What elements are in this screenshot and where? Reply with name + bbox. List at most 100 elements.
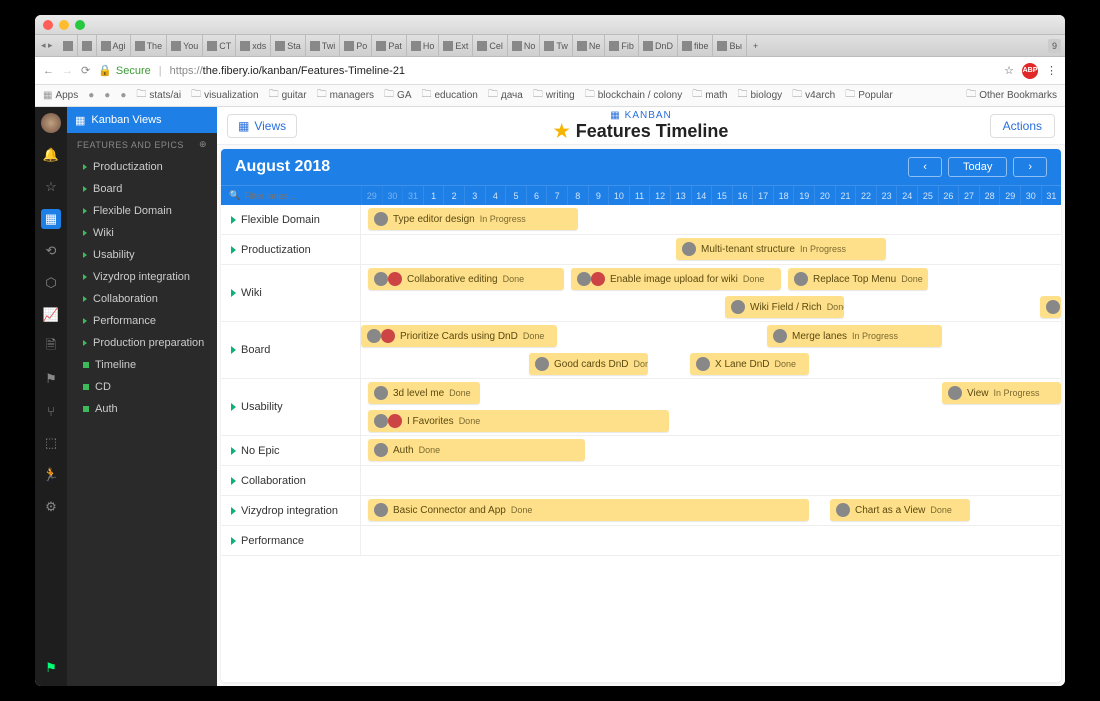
run-icon[interactable]: 🏃: [41, 465, 61, 485]
lane-label[interactable]: Usability: [221, 379, 361, 435]
day-header[interactable]: 10: [608, 186, 629, 205]
timeline-card[interactable]: Multi-tenant structureIn Progress: [676, 238, 886, 260]
timeline-card[interactable]: 3d level meDone: [368, 382, 480, 404]
timeline-card[interactable]: Merge lanesIn Progress: [767, 325, 942, 347]
forward-button[interactable]: →: [62, 65, 73, 77]
browser-tab[interactable]: Twi: [306, 35, 341, 56]
browser-tab[interactable]: Ne: [573, 35, 606, 56]
maximize-window[interactable]: [75, 20, 85, 30]
browser-tab[interactable]: Ho: [407, 35, 440, 56]
other-bookmarks[interactable]: 🗀Other Bookmarks: [966, 87, 1057, 104]
user-avatar[interactable]: [41, 113, 61, 133]
timeline-card[interactable]: Chart as a ViewDone: [830, 499, 970, 521]
adblock-icon[interactable]: ABP: [1022, 63, 1038, 79]
lane-label[interactable]: Collaboration: [221, 466, 361, 495]
bookmark-folder[interactable]: 🗀blockchain / colony: [585, 87, 683, 104]
browser-tab[interactable]: CT: [203, 35, 236, 56]
sidebar-item[interactable]: Performance: [67, 310, 217, 332]
browser-tab[interactable]: The: [131, 35, 168, 56]
lane-label[interactable]: No Epic: [221, 436, 361, 465]
browser-tab[interactable]: Cel: [473, 35, 508, 56]
day-header[interactable]: 19: [793, 186, 814, 205]
timeline-card[interactable]: Replace Top MenuDone: [788, 268, 928, 290]
bookmark-folder[interactable]: 🗀GA: [384, 87, 411, 104]
next-button[interactable]: ›: [1013, 157, 1047, 177]
timeline-card[interactable]: AuthDone: [368, 439, 585, 461]
timeline-card[interactable]: Good cards DnDDone: [529, 353, 648, 375]
sidebar-item[interactable]: Auth: [67, 398, 217, 420]
lane-label[interactable]: Wiki: [221, 265, 361, 321]
browser-tab[interactable]: xds: [236, 35, 271, 56]
day-header[interactable]: 13: [670, 186, 691, 205]
sidebar-item[interactable]: Usability: [67, 244, 217, 266]
apps-button[interactable]: ▦Apps: [43, 90, 78, 101]
timeline-card[interactable]: Enable image upload for wikiDone: [571, 268, 781, 290]
lane-label[interactable]: Flexible Domain: [221, 205, 361, 234]
browser-tab[interactable]: Bы: [713, 35, 746, 56]
sidebar-header[interactable]: ▦Kanban Views: [67, 107, 217, 133]
sidebar-item[interactable]: Flexible Domain: [67, 200, 217, 222]
day-header[interactable]: 30: [382, 186, 403, 205]
menu-icon[interactable]: ⋮: [1046, 64, 1057, 77]
day-header[interactable]: 5: [505, 186, 526, 205]
bookmark-folder[interactable]: 🗀writing: [533, 87, 575, 104]
day-header[interactable]: 17: [752, 186, 773, 205]
day-header[interactable]: 1: [423, 186, 444, 205]
day-header[interactable]: 23: [876, 186, 897, 205]
reload-button[interactable]: ⟳: [81, 64, 90, 77]
branch-icon[interactable]: ⑂: [41, 401, 61, 421]
cube-icon[interactable]: ⬚: [41, 433, 61, 453]
day-header[interactable]: 7: [546, 186, 567, 205]
day-header[interactable]: 31: [1041, 186, 1061, 205]
day-header[interactable]: 9: [588, 186, 609, 205]
star-rail-icon[interactable]: ☆: [41, 177, 61, 197]
bell-icon[interactable]: 🔔: [41, 145, 61, 165]
minimize-window[interactable]: [59, 20, 69, 30]
day-header[interactable]: 30: [1020, 186, 1041, 205]
actions-button[interactable]: Actions: [990, 114, 1055, 138]
hex-icon[interactable]: ⬡: [41, 273, 61, 293]
day-header[interactable]: 29: [999, 186, 1020, 205]
lane-label[interactable]: Performance: [221, 526, 361, 555]
browser-tab[interactable]: No: [508, 35, 541, 56]
day-header[interactable]: 2: [443, 186, 464, 205]
sidebar-item[interactable]: Production preparation: [67, 332, 217, 354]
browser-tab[interactable]: Pat: [372, 35, 407, 56]
sidebar-item[interactable]: Productization: [67, 156, 217, 178]
day-header[interactable]: 15: [711, 186, 732, 205]
history-icon[interactable]: ⟲: [41, 241, 61, 261]
timeline-card[interactable]: Wiki Field / RichDone: [725, 296, 844, 318]
bookmark-folder[interactable]: 🗀guitar: [269, 87, 307, 104]
prev-button[interactable]: ‹: [908, 157, 942, 177]
day-header[interactable]: 16: [732, 186, 753, 205]
day-header[interactable]: 29: [361, 186, 382, 205]
browser-tab[interactable]: [78, 35, 97, 56]
bookmark-item[interactable]: ●: [88, 90, 94, 101]
bookmark-folder[interactable]: 🗀visualization: [191, 87, 258, 104]
lane-label[interactable]: Productization: [221, 235, 361, 264]
timeline-card[interactable]: X Lane DnDDone: [690, 353, 809, 375]
filter-lanes-input[interactable]: [244, 191, 353, 201]
chart-icon[interactable]: 📈: [41, 305, 61, 325]
day-header[interactable]: 27: [958, 186, 979, 205]
sidebar-item[interactable]: Collaboration: [67, 288, 217, 310]
day-header[interactable]: 31: [402, 186, 423, 205]
new-tab-button[interactable]: +: [747, 41, 764, 51]
browser-tab[interactable]: [59, 35, 78, 56]
browser-tab[interactable]: fibe: [678, 35, 714, 56]
timeline-card[interactable]: Prioritize Cards using DnDDone: [361, 325, 557, 347]
day-header[interactable]: 3: [464, 186, 485, 205]
flag-icon[interactable]: ⚑: [41, 369, 61, 389]
star-icon[interactable]: ☆: [1004, 64, 1014, 77]
timeline-card[interactable]: Collaborative editingDone: [368, 268, 564, 290]
day-header[interactable]: 20: [814, 186, 835, 205]
views-button[interactable]: ▦Views: [227, 114, 297, 138]
back-button[interactable]: ←: [43, 65, 54, 77]
browser-tab[interactable]: Po: [340, 35, 372, 56]
browser-tab[interactable]: Tw: [540, 35, 573, 56]
sidebar-item[interactable]: Vizydrop integration: [67, 266, 217, 288]
day-header[interactable]: 28: [979, 186, 1000, 205]
feedback-icon[interactable]: ⚑: [41, 658, 61, 678]
browser-tab[interactable]: Fib: [605, 35, 639, 56]
tab-nav-arrows[interactable]: ◂ ▸: [35, 40, 59, 51]
